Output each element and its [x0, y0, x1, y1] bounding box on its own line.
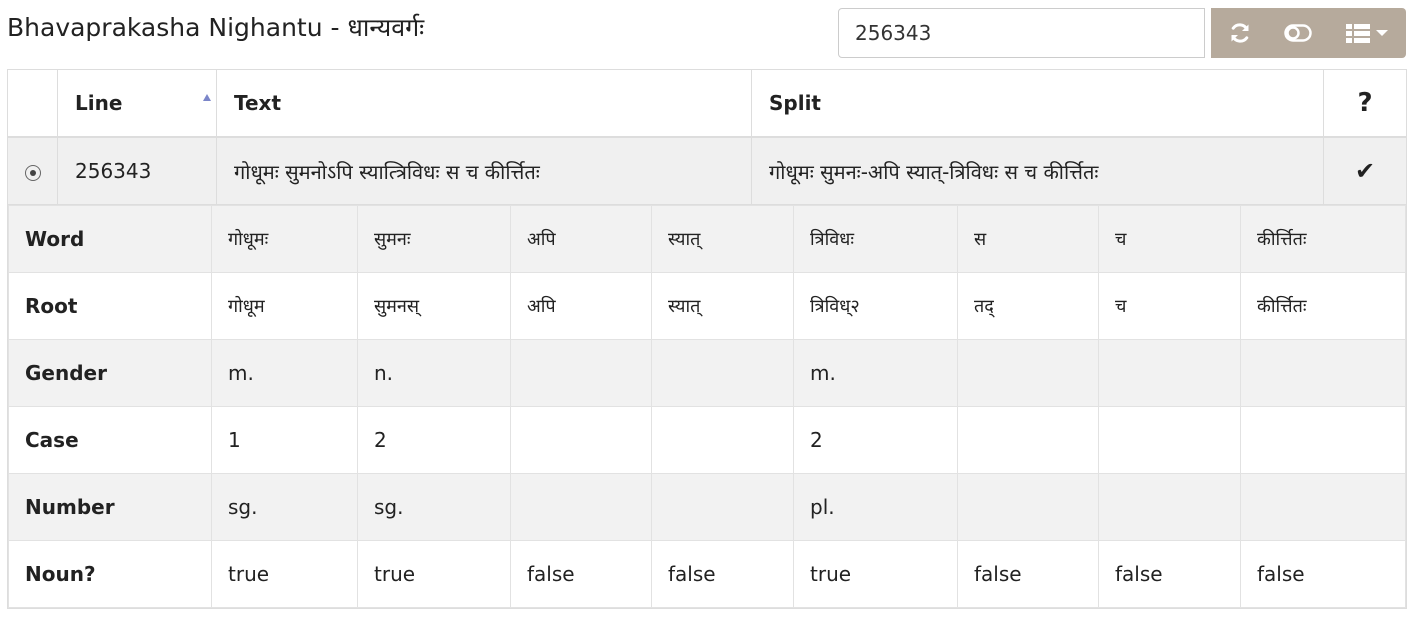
- columns-menu-button[interactable]: [1327, 8, 1406, 58]
- detail-cell: [510, 473, 652, 541]
- line-column-label: Line: [75, 91, 123, 115]
- text-cell: गोधूमः सुमनोऽपि स्यात्त्रिविधः स च कीर्त…: [216, 136, 752, 205]
- detail-cell: अपि: [510, 272, 652, 340]
- line-search-input[interactable]: [838, 8, 1205, 58]
- detail-row-label: Word: [8, 205, 212, 273]
- detail-row-root: Root गोधूम सुमनस् अपि स्यात् त्रिविध्२ तद् च कीर…: [8, 272, 1406, 340]
- detail-cell: true: [793, 540, 958, 608]
- check-cell: ✔: [1323, 136, 1407, 205]
- radio-selected-icon[interactable]: [24, 164, 41, 181]
- detail-cell: [651, 339, 794, 407]
- line-column-header[interactable]: Line: [57, 69, 217, 138]
- detail-cell: [957, 406, 1099, 474]
- text-column-header[interactable]: Text: [216, 69, 752, 138]
- detail-cell: [510, 339, 652, 407]
- detail-cell: false: [957, 540, 1099, 608]
- detail-cell: च: [1098, 272, 1241, 340]
- detail-cell: [1240, 473, 1406, 541]
- detail-cell: [957, 473, 1099, 541]
- detail-cell: true: [357, 540, 511, 608]
- detail-cell: [1240, 339, 1406, 407]
- detail-cell: त्रिविध्२: [793, 272, 958, 340]
- detail-cell: [957, 339, 1099, 407]
- table-header-row: Line Text Split ?: [7, 69, 1407, 138]
- split-column-label: Split: [769, 91, 821, 115]
- detail-row-label: Noun?: [8, 540, 212, 608]
- caret-down-icon: [1375, 30, 1388, 36]
- detail-cell: false: [510, 540, 652, 608]
- toolbar: [1211, 8, 1406, 58]
- detail-cell: m.: [793, 339, 958, 407]
- detail-cell: सुमनः: [357, 205, 511, 273]
- table-row[interactable]: 256343 गोधूमः सुमनोऽपि स्यात्त्रिविधः स …: [7, 136, 1407, 205]
- detail-cell: [1098, 473, 1241, 541]
- detail-cell: कीर्त्तितः: [1240, 272, 1406, 340]
- row-radio-cell[interactable]: [7, 136, 58, 205]
- detail-row: Word गोधूमः सुमनः अपि स्यात् त्रिविधः स च कीर्त्…: [7, 204, 1407, 609]
- detail-cell: [1240, 406, 1406, 474]
- detail-row-case: Case 1 2 2: [8, 406, 1406, 474]
- sort-asc-icon: [203, 94, 211, 101]
- toggle-button[interactable]: [1269, 8, 1327, 58]
- refresh-button[interactable]: [1211, 8, 1269, 58]
- detail-cell: sg.: [357, 473, 511, 541]
- line-cell: 256343: [57, 136, 217, 205]
- detail-cell: true: [211, 540, 358, 608]
- detail-cell: स्यात्: [651, 205, 794, 273]
- detail-cell: false: [651, 540, 794, 608]
- detail-cell: sg.: [211, 473, 358, 541]
- detail-cell: सुमनस्: [357, 272, 511, 340]
- detail-cell: [1098, 406, 1241, 474]
- detail-cell: त्रिविधः: [793, 205, 958, 273]
- detail-cell: [510, 406, 652, 474]
- detail-cell: तद्: [957, 272, 1099, 340]
- detail-cell: [651, 473, 794, 541]
- detail-cell: false: [1240, 540, 1406, 608]
- help-icon: ?: [1357, 88, 1373, 118]
- refresh-icon: [1231, 23, 1249, 43]
- word-analysis-table: Word गोधूमः सुमनः अपि स्यात् त्रिविधः स च कीर्त्…: [8, 205, 1406, 608]
- detail-row-label: Gender: [8, 339, 212, 407]
- detail-cell: pl.: [793, 473, 958, 541]
- detail-cell: n.: [357, 339, 511, 407]
- split-column-header[interactable]: Split: [751, 69, 1324, 138]
- detail-cell: गोधूमः: [211, 205, 358, 273]
- toggle-icon: [1284, 24, 1312, 42]
- detail-cell: स्यात्: [651, 272, 794, 340]
- detail-row-label: Number: [8, 473, 212, 541]
- split-cell: गोधूमः सुमनः-अपि स्यात्-त्रिविधः स च कीर…: [751, 136, 1324, 205]
- detail-cell: m.: [211, 339, 358, 407]
- detail-container: Word गोधूमः सुमनः अपि स्यात् त्रिविधः स च कीर्त्…: [7, 204, 1407, 609]
- detail-row-label: Root: [8, 272, 212, 340]
- list-columns-icon: [1345, 24, 1370, 43]
- detail-cell: स: [957, 205, 1099, 273]
- detail-row-word: Word गोधूमः सुमनः अपि स्यात् त्रिविधः स च कीर्त्…: [8, 205, 1406, 273]
- detail-cell: 2: [357, 406, 511, 474]
- results-table: Line Text Split ? 256343 गोधूमः सुमनोऽपि…: [7, 69, 1407, 609]
- detail-row-label: Case: [8, 406, 212, 474]
- detail-row-number: Number sg. sg. pl.: [8, 473, 1406, 541]
- detail-cell: च: [1098, 205, 1241, 273]
- page-title: Bhavaprakasha Nighantu - धान्यवर्गः: [7, 13, 425, 42]
- detail-cell: 2: [793, 406, 958, 474]
- detail-cell: गोधूम: [211, 272, 358, 340]
- detail-cell: कीर्त्तितः: [1240, 205, 1406, 273]
- detail-row-noun: Noun? true true false false true false false fal…: [8, 540, 1406, 608]
- detail-cell: [651, 406, 794, 474]
- check-icon: ✔: [1354, 157, 1376, 185]
- help-column-header[interactable]: ?: [1323, 69, 1407, 138]
- detail-cell: अपि: [510, 205, 652, 273]
- detail-row-gender: Gender m. n. m.: [8, 339, 1406, 407]
- select-column-header: [7, 69, 58, 138]
- detail-cell: false: [1098, 540, 1241, 608]
- detail-cell: [1098, 339, 1241, 407]
- text-column-label: Text: [234, 91, 282, 115]
- detail-cell: 1: [211, 406, 358, 474]
